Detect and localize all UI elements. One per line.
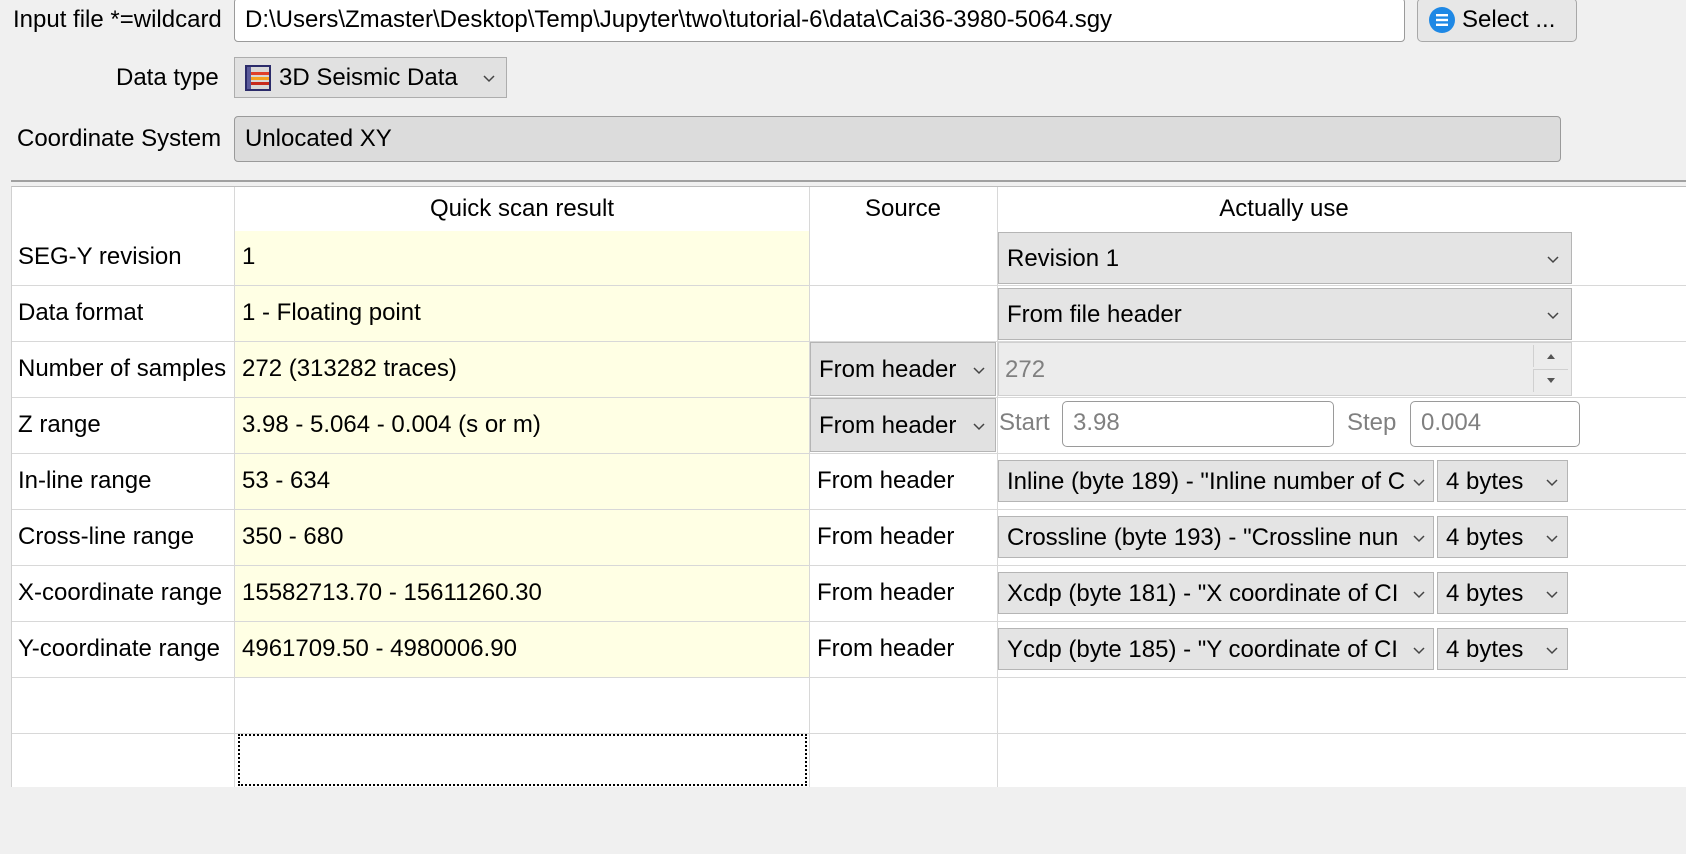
x-coordinate-size-dropdown[interactable]: 4 bytes bbox=[1437, 572, 1568, 614]
y-coordinate-size-dropdown[interactable]: 4 bytes bbox=[1437, 628, 1568, 670]
scan-crossline-range: 350 - 680 bbox=[242, 523, 344, 550]
chevron-down-icon bbox=[1545, 251, 1561, 267]
chevron-down-icon bbox=[971, 418, 987, 434]
column-header-actually-use: Actually use bbox=[1219, 195, 1349, 222]
source-samples-value: From header bbox=[819, 356, 957, 383]
scan-segy-revision: 1 bbox=[242, 243, 256, 270]
scan-x-coordinate-range: 15582713.70 - 15611260.30 bbox=[242, 579, 542, 606]
column-header-source: Source bbox=[864, 195, 942, 222]
input-file-field[interactable]: D:\Users\Zmaster\Desktop\Temp\Jupyter\tw… bbox=[234, 0, 1405, 42]
scan-inline-range: 53 - 634 bbox=[242, 467, 331, 494]
crossline-size-value: 4 bytes bbox=[1446, 524, 1524, 551]
z-step-input[interactable]: 0.004 bbox=[1410, 401, 1580, 447]
chevron-down-icon bbox=[1544, 530, 1560, 546]
inline-size-value: 4 bytes bbox=[1446, 468, 1524, 495]
row-label-y-coordinate-range: Y-coordinate range bbox=[18, 635, 220, 662]
scan-data-format: 1 - Floating point bbox=[242, 299, 421, 326]
z-start-label: Start bbox=[999, 409, 1050, 436]
inline-byte-value: Inline (byte 189) - "Inline number of C bbox=[1007, 468, 1406, 495]
select-button[interactable]: Select ... bbox=[1417, 0, 1577, 42]
source-y-coordinate: From header bbox=[817, 635, 955, 662]
row-label-inline-range: In-line range bbox=[18, 467, 152, 494]
crossline-size-dropdown[interactable]: 4 bytes bbox=[1437, 516, 1568, 558]
inline-size-dropdown[interactable]: 4 bytes bbox=[1437, 460, 1568, 502]
scan-table: Quick scan result Source Actually use SE… bbox=[11, 186, 1686, 787]
crossline-byte-dropdown[interactable]: Crossline (byte 193) - "Crossline nun bbox=[998, 516, 1434, 558]
row-label-z-range: Z range bbox=[18, 411, 101, 438]
x-coordinate-byte-dropdown[interactable]: Xcdp (byte 181) - "X coordinate of CI bbox=[998, 572, 1434, 614]
row-label-segy-revision: SEG-Y revision bbox=[18, 243, 182, 270]
spin-down-icon[interactable] bbox=[1533, 369, 1568, 392]
chevron-down-icon bbox=[1411, 642, 1427, 658]
y-coordinate-size-value: 4 bytes bbox=[1446, 636, 1524, 663]
data-type-dropdown[interactable]: 3D Seismic Data bbox=[234, 57, 507, 98]
source-inline: From header bbox=[817, 467, 955, 494]
scan-column-background bbox=[235, 231, 809, 677]
samples-spinbox-value: 272 bbox=[1005, 356, 1046, 383]
input-file-label: Input file *=wildcard bbox=[13, 6, 222, 33]
scan-y-coordinate-range: 4961709.50 - 4980006.90 bbox=[242, 635, 517, 662]
chevron-down-icon bbox=[1544, 586, 1560, 602]
chevron-down-icon bbox=[1411, 474, 1427, 490]
scan-z-range: 3.98 - 5.064 - 0.004 (s or m) bbox=[242, 411, 541, 438]
data-format-dropdown[interactable]: From file header bbox=[998, 288, 1572, 340]
scan-number-of-samples: 272 (313282 traces) bbox=[242, 355, 457, 382]
source-crossline: From header bbox=[817, 523, 955, 550]
source-dropdown-samples[interactable]: From header bbox=[810, 342, 996, 396]
coordinate-system-label: Coordinate System bbox=[17, 125, 222, 152]
focused-empty-cell[interactable] bbox=[238, 734, 807, 786]
row-label-data-format: Data format bbox=[18, 299, 144, 326]
revision-value: Revision 1 bbox=[1007, 245, 1120, 272]
chevron-down-icon bbox=[1411, 586, 1427, 602]
list-icon bbox=[1428, 6, 1456, 34]
samples-spinbox[interactable]: 272 bbox=[998, 342, 1572, 396]
spin-up-icon[interactable] bbox=[1533, 345, 1568, 367]
row-label-crossline-range: Cross-line range bbox=[18, 523, 195, 550]
data-format-value: From file header bbox=[1007, 301, 1182, 328]
select-button-label: Select ... bbox=[1462, 6, 1556, 33]
source-z-range-value: From header bbox=[819, 412, 957, 439]
chevron-down-icon bbox=[1545, 307, 1561, 323]
chevron-down-icon bbox=[481, 70, 497, 86]
chevron-down-icon bbox=[971, 362, 987, 378]
z-step-label: Step bbox=[1347, 409, 1397, 436]
inline-byte-dropdown[interactable]: Inline (byte 189) - "Inline number of C bbox=[998, 460, 1434, 502]
row-label-x-coordinate-range: X-coordinate range bbox=[18, 579, 223, 606]
chevron-down-icon bbox=[1544, 642, 1560, 658]
row-label-number-of-samples: Number of samples bbox=[18, 355, 227, 382]
coordinate-system-field: Unlocated XY bbox=[234, 116, 1561, 162]
chevron-down-icon bbox=[1544, 474, 1560, 490]
x-coordinate-byte-value: Xcdp (byte 181) - "X coordinate of CI bbox=[1007, 580, 1399, 607]
x-coordinate-size-value: 4 bytes bbox=[1446, 580, 1524, 607]
z-start-input[interactable]: 3.98 bbox=[1062, 401, 1334, 447]
separator bbox=[11, 180, 1686, 182]
column-header-quick-scan: Quick scan result bbox=[429, 195, 615, 222]
source-x-coordinate: From header bbox=[817, 579, 955, 606]
data-type-value: 3D Seismic Data bbox=[279, 64, 458, 91]
revision-dropdown[interactable]: Revision 1 bbox=[998, 232, 1572, 284]
chevron-down-icon bbox=[1411, 530, 1427, 546]
source-dropdown-z-range[interactable]: From header bbox=[810, 398, 996, 452]
crossline-byte-value: Crossline (byte 193) - "Crossline nun bbox=[1007, 524, 1399, 551]
data-type-label: Data type bbox=[116, 64, 219, 91]
seismic-cube-icon bbox=[243, 63, 273, 93]
y-coordinate-byte-dropdown[interactable]: Ycdp (byte 185) - "Y coordinate of CI bbox=[998, 628, 1434, 670]
y-coordinate-byte-value: Ycdp (byte 185) - "Y coordinate of CI bbox=[1007, 636, 1398, 663]
